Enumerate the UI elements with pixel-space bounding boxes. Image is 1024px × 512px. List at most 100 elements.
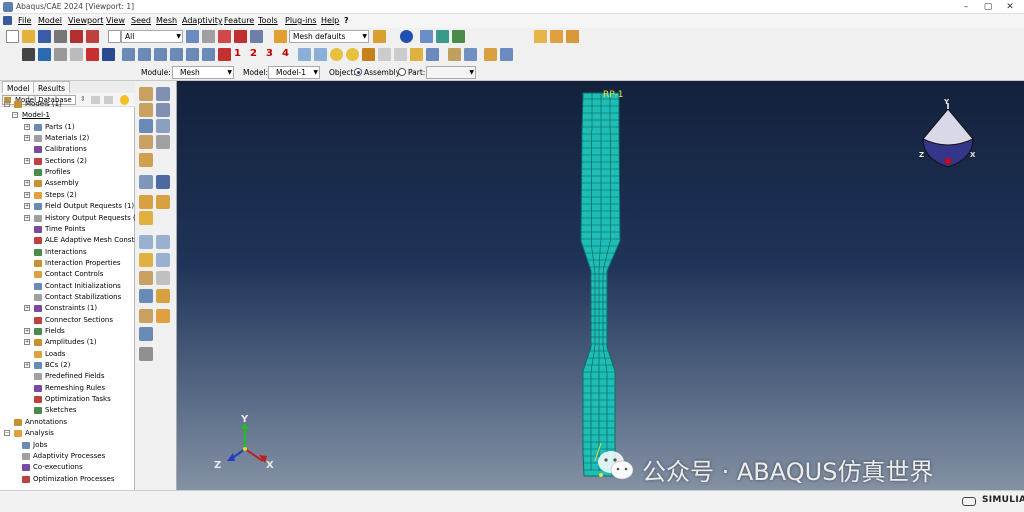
module-select[interactable]: Mesh ▼ xyxy=(172,66,234,79)
mesh-stats-icon[interactable] xyxy=(156,175,170,189)
expand-icon[interactable]: + xyxy=(24,214,30,221)
whats-this-icon[interactable]: ? xyxy=(344,16,349,25)
pan-icon[interactable] xyxy=(22,48,35,61)
stack-icon[interactable] xyxy=(448,48,461,61)
expand-icon[interactable]: + xyxy=(24,135,30,142)
expand-icon[interactable]: + xyxy=(24,180,30,187)
collapse-icon[interactable] xyxy=(104,96,113,104)
front-view-icon[interactable] xyxy=(122,48,135,61)
view-2-button[interactable]: 2 xyxy=(250,48,257,59)
tab-results[interactable]: Results xyxy=(33,81,71,93)
seed-part-icon[interactable] xyxy=(139,87,153,101)
select-cursor-icon[interactable] xyxy=(108,30,121,43)
mesh-region-icon[interactable] xyxy=(156,119,170,133)
collapse-icon[interactable]: − xyxy=(4,101,10,107)
left-view-icon[interactable] xyxy=(186,48,199,61)
part-instance-icon[interactable] xyxy=(534,30,547,43)
collapse-icon[interactable]: − xyxy=(4,430,10,437)
seed-edge-bias-icon[interactable] xyxy=(156,103,170,117)
menu-model[interactable]: Model xyxy=(38,16,62,25)
bottom-view-icon[interactable] xyxy=(170,48,183,61)
tools-icon[interactable] xyxy=(156,309,170,323)
fit-view-icon[interactable] xyxy=(86,48,99,61)
virtual-topology-icon[interactable] xyxy=(139,235,153,249)
datum-point-icon[interactable] xyxy=(139,271,153,285)
new-file-icon[interactable] xyxy=(6,30,19,43)
menu-feature[interactable]: Feature xyxy=(224,16,254,25)
assign-orientation-icon[interactable] xyxy=(139,327,153,341)
part-radio[interactable] xyxy=(398,68,406,76)
seed-edges-icon[interactable] xyxy=(156,87,170,101)
close-button[interactable]: ✕ xyxy=(1000,1,1020,13)
partition-face-icon[interactable] xyxy=(156,195,170,209)
drag-shape-icon[interactable] xyxy=(202,30,215,43)
mesh-defaults-icon[interactable] xyxy=(274,30,287,43)
menu-view[interactable]: View xyxy=(106,16,125,25)
settings-gear-icon[interactable] xyxy=(139,347,153,361)
menu-tools[interactable]: Tools xyxy=(258,16,278,25)
expand-icon[interactable]: + xyxy=(24,123,30,130)
zoom-box-icon[interactable] xyxy=(70,48,83,61)
element-type-icon[interactable] xyxy=(139,153,153,167)
expand-icon[interactable]: + xyxy=(24,203,30,210)
menu-help[interactable]: Help xyxy=(321,16,339,25)
color-code-icon[interactable] xyxy=(452,30,465,43)
undo-icon[interactable] xyxy=(378,48,391,61)
menu-mesh[interactable]: Mesh xyxy=(156,16,177,25)
minimize-button[interactable]: – xyxy=(956,1,976,13)
expand-icon[interactable]: + xyxy=(24,157,30,164)
viewport[interactable]: RP-1 Y X Z Y X Z xyxy=(177,81,1024,490)
verify-mesh-icon[interactable] xyxy=(139,175,153,189)
info-icon[interactable] xyxy=(400,30,413,43)
open-file-icon[interactable] xyxy=(22,30,35,43)
collapse-icon[interactable]: − xyxy=(12,112,18,119)
datum-axis-icon[interactable] xyxy=(156,271,170,285)
iso-view-icon[interactable] xyxy=(218,48,231,61)
edit-mesh-icon[interactable] xyxy=(156,253,170,267)
pick-options-icon[interactable] xyxy=(234,30,247,43)
system-menu-icon[interactable] xyxy=(3,16,12,25)
database-icon[interactable] xyxy=(86,30,99,43)
back-view-icon[interactable] xyxy=(138,48,151,61)
menu-viewport[interactable]: Viewport xyxy=(68,16,103,25)
delete-mesh-icon[interactable] xyxy=(139,135,153,149)
specimen-mesh[interactable] xyxy=(580,92,621,477)
rotate-icon[interactable] xyxy=(38,48,51,61)
perspective-icon[interactable] xyxy=(298,48,311,61)
mesh-controls-icon[interactable] xyxy=(156,135,170,149)
view-1-button[interactable]: 1 xyxy=(234,48,241,59)
redo-icon[interactable] xyxy=(394,48,407,61)
expand-icon[interactable]: + xyxy=(24,191,30,198)
selection-options-icon[interactable] xyxy=(218,30,231,43)
menu-seed[interactable]: Seed xyxy=(131,16,151,25)
display-group-icon[interactable] xyxy=(566,30,579,43)
query-icon[interactable] xyxy=(250,30,263,43)
datum-plane-icon[interactable] xyxy=(139,289,153,303)
select-box-icon[interactable] xyxy=(186,30,199,43)
restore-button[interactable]: ▢ xyxy=(978,1,998,13)
expand-icon[interactable]: + xyxy=(24,339,30,346)
list-icon[interactable] xyxy=(464,48,477,61)
tab-model[interactable]: Model xyxy=(2,81,35,93)
light-icon[interactable] xyxy=(330,48,343,61)
mesh-defaults-select[interactable]: Mesh defaults ▼ xyxy=(289,30,369,43)
top-view-icon[interactable] xyxy=(154,48,167,61)
delete-seeds-icon[interactable] xyxy=(139,103,153,117)
print-icon[interactable] xyxy=(54,30,67,43)
filter-icon[interactable] xyxy=(91,96,100,104)
right-view-icon[interactable] xyxy=(202,48,215,61)
sketch-icon[interactable] xyxy=(410,48,423,61)
model-select[interactable]: Model-1 ▼ xyxy=(268,66,320,79)
select-geometry-icon[interactable] xyxy=(362,48,375,61)
expand-icon[interactable]: + xyxy=(24,305,30,312)
repair-icon[interactable] xyxy=(139,253,153,267)
partition-edge-icon[interactable] xyxy=(139,195,153,209)
magnify-icon[interactable] xyxy=(54,48,67,61)
partition-cell-icon[interactable] xyxy=(139,211,153,225)
render-style-icon[interactable] xyxy=(373,30,386,43)
datum-csys-icon[interactable] xyxy=(156,289,170,303)
part-select[interactable]: ▼ xyxy=(426,66,476,79)
mesh-display-icon[interactable] xyxy=(420,30,433,43)
lightbulb-icon[interactable] xyxy=(120,95,129,105)
save-icon[interactable] xyxy=(38,30,51,43)
